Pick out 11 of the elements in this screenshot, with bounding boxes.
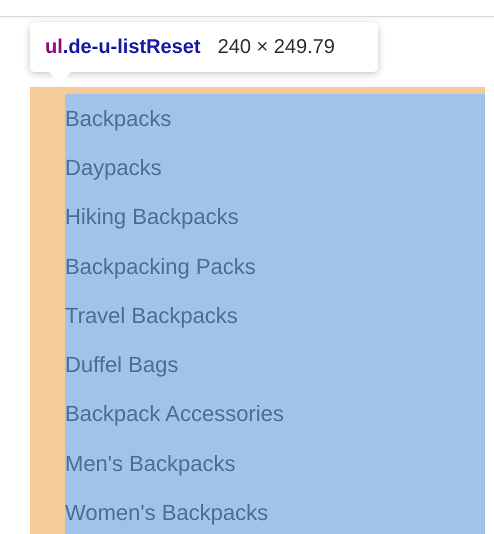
- element-size: 240 × 249.79: [218, 36, 335, 58]
- category-link[interactable]: Backpack Accessories: [65, 401, 284, 428]
- element-selector: ul.de-u-listReset: [45, 36, 201, 58]
- category-link[interactable]: Daypacks: [65, 154, 162, 181]
- category-link[interactable]: Backpacking Packs: [65, 254, 256, 280]
- category-link[interactable]: Backpacks: [65, 106, 172, 132]
- category-link[interactable]: Women's Backpacks: [65, 500, 268, 526]
- category-link[interactable]: Men's Backpacks: [65, 450, 236, 477]
- category-link[interactable]: Travel Backpacks: [65, 302, 238, 329]
- category-link[interactable]: Duffel Bags: [65, 352, 178, 378]
- category-link[interactable]: Hiking Backpacks: [65, 204, 239, 230]
